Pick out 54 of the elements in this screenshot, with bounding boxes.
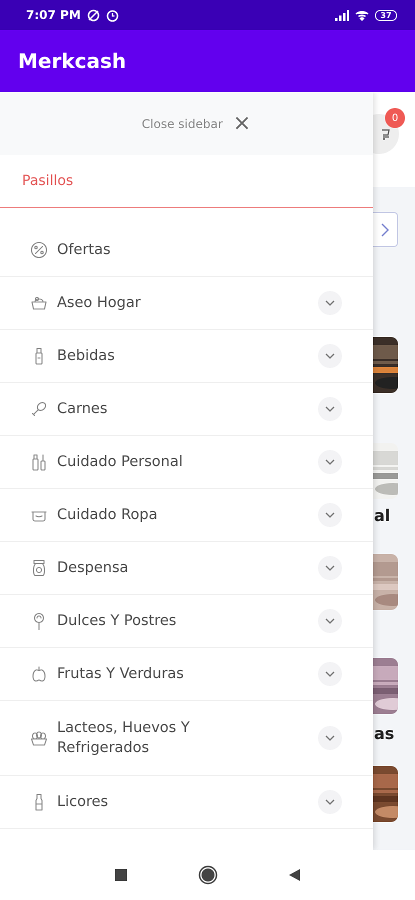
product-name: al (374, 506, 390, 526)
expand-button[interactable] (318, 291, 342, 315)
product-name: as (374, 724, 394, 744)
alarm-icon (106, 8, 119, 22)
category-item[interactable]: Lacteos, Huevos Y Refrigerados (0, 701, 373, 776)
chevron-down-icon (325, 671, 335, 677)
recent-apps-icon (114, 868, 128, 882)
signal-icon (335, 10, 349, 20)
clock-time: 7:07 PM (26, 8, 81, 22)
chevron-down-icon (325, 406, 335, 412)
chevron-down-icon (325, 618, 335, 624)
expand-button[interactable] (318, 609, 342, 633)
section-title: Pasillos (22, 173, 74, 189)
chevron-down-icon (325, 459, 335, 465)
expand-button[interactable] (318, 344, 342, 368)
expand-button[interactable] (318, 503, 342, 527)
category-item[interactable]: Frutas Y Verduras (0, 648, 373, 701)
category-item[interactable]: Bebidas (0, 330, 373, 383)
cart-count-badge: 0 (385, 108, 405, 128)
app-title: Merkcash (18, 49, 126, 73)
next-button[interactable] (373, 212, 398, 247)
jar-icon (30, 559, 48, 577)
expand-button[interactable] (318, 397, 342, 421)
expand-button[interactable] (318, 556, 342, 580)
fruit-icon (30, 665, 48, 683)
category-item[interactable]: Carnes (0, 383, 373, 436)
chevron-right-icon (381, 222, 389, 236)
category-item[interactable]: Cuidado Personal (0, 436, 373, 489)
toiletries-icon (30, 453, 48, 471)
category-item[interactable]: Aseo Hogar (0, 277, 373, 330)
chevron-down-icon (325, 735, 335, 741)
basket-icon (30, 294, 48, 312)
chevron-down-icon (325, 512, 335, 518)
eggs-icon (30, 729, 48, 747)
chevron-down-icon (325, 300, 335, 306)
battery-icon: 37 (375, 10, 397, 20)
expand-button[interactable] (318, 726, 342, 750)
chevron-down-icon (325, 353, 335, 359)
back-icon (288, 868, 301, 882)
chevron-down-icon (325, 565, 335, 571)
home-icon (198, 865, 218, 885)
close-sidebar-button[interactable]: Close sidebar × (142, 112, 252, 134)
category-item[interactable]: Despensa (0, 542, 373, 595)
chevron-down-icon (325, 799, 335, 805)
percent-icon (30, 241, 48, 259)
notification-off-icon (86, 8, 100, 22)
wifi-icon (355, 10, 369, 20)
category-item[interactable]: Dulces Y Postres (0, 595, 373, 648)
category-item[interactable]: Licores (0, 776, 373, 829)
expand-button[interactable] (318, 662, 342, 686)
expand-button[interactable] (318, 450, 342, 474)
drumstick-icon (30, 400, 48, 418)
expand-button[interactable] (318, 790, 342, 814)
category-item[interactable]: Cuidado Ropa (0, 489, 373, 542)
